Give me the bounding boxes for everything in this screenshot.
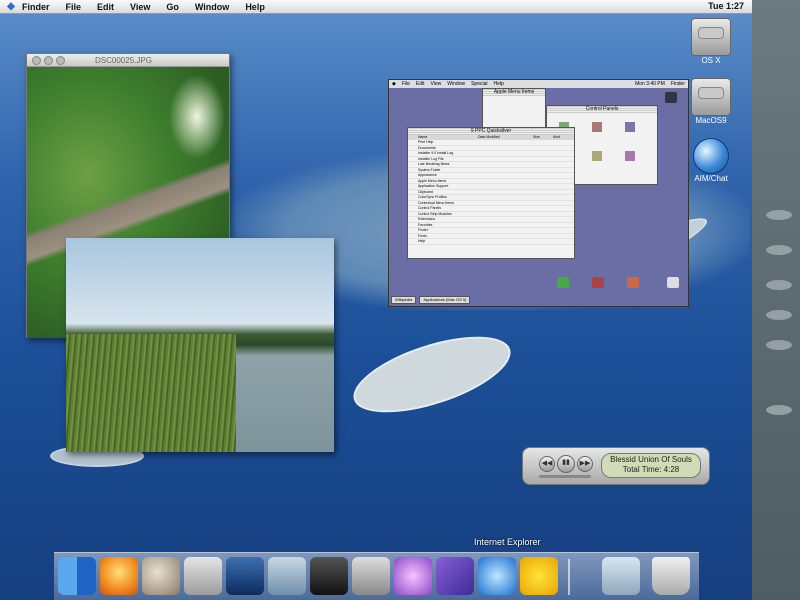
- os9-tab-wikipedia: Wikipedia: [391, 296, 417, 304]
- decor-dot: [766, 405, 792, 415]
- os9-panel-icon: [625, 151, 635, 161]
- slide-side-border: [752, 0, 800, 600]
- close-icon[interactable]: [32, 55, 41, 65]
- menu-view[interactable]: View: [130, 2, 150, 12]
- os9-list-window: 9 PPC Quicksilver Name Date Modified Siz…: [407, 127, 575, 259]
- mac-os-9-screenshot[interactable]: ◆ File Edit View Window Special Help Mon…: [388, 79, 689, 307]
- os9-menu-special: Special: [471, 81, 488, 87]
- zoom-icon[interactable]: [56, 55, 65, 65]
- os9-menu-file: File: [401, 81, 410, 87]
- dock-imovie-icon[interactable]: [310, 557, 348, 595]
- menu-go[interactable]: Go: [166, 2, 179, 12]
- os9-menu-help: Help: [493, 81, 504, 87]
- quicktime-player[interactable]: ◀◀ ▮▮ ▶▶ Blessid Union Of Souls Total Ti…: [522, 447, 710, 485]
- window-controls[interactable]: [32, 55, 65, 65]
- dock-ichat-icon[interactable]: [520, 557, 558, 595]
- os9-panel-title: Apple Menu Items: [483, 89, 545, 96]
- hard-drive-icon: [691, 18, 731, 56]
- desktop-icon-label: OS X: [701, 56, 721, 65]
- menu-edit[interactable]: Edit: [97, 2, 114, 12]
- desktop: ◆ Finder File Edit View Go Window Help T…: [0, 0, 752, 600]
- desktop-icon-label: MacOS9: [695, 116, 727, 125]
- decor-dot: [766, 340, 792, 350]
- apple-menu-icon[interactable]: ◆: [0, 1, 22, 12]
- dock-mail-icon[interactable]: [436, 557, 474, 595]
- reeds-foreground: [66, 334, 236, 452]
- os9-trash-icon: [667, 277, 679, 288]
- os9-menu-edit: Edit: [415, 81, 425, 87]
- decor-dot: [766, 310, 792, 320]
- os9-app-icon: [557, 277, 569, 288]
- rewind-button[interactable]: ◀◀: [539, 456, 555, 472]
- dock-sherlock-icon[interactable]: [142, 557, 180, 595]
- menu-help[interactable]: Help: [245, 2, 265, 12]
- col-size: Size: [533, 135, 540, 139]
- dock-sherlock-sun-icon[interactable]: [100, 557, 138, 595]
- dock-trash-icon[interactable]: [652, 557, 690, 595]
- hard-drive-icon: [691, 78, 731, 116]
- desktop-icon-macos9-drive[interactable]: MacOS9: [681, 78, 741, 125]
- col-date: Date Modified: [478, 135, 500, 139]
- col-kind: Kind: [553, 135, 561, 139]
- dock-quicktime-icon[interactable]: [226, 557, 264, 595]
- os9-panel-icon: [592, 151, 602, 161]
- dock-image-capture-icon[interactable]: [184, 557, 222, 595]
- dock-finder-icon[interactable]: [58, 557, 96, 595]
- menu-finder[interactable]: Finder: [22, 2, 50, 12]
- menu-clock[interactable]: Tue 1:27: [708, 1, 744, 11]
- os9-clock: Mon 3:40 PM: [635, 81, 665, 87]
- os9-panel-icon: [592, 122, 602, 132]
- dock-itunes-icon[interactable]: [394, 557, 432, 595]
- desktop-icon-aim[interactable]: AIM/Chat: [681, 138, 741, 183]
- volume-slider[interactable]: [539, 475, 591, 478]
- list-item: Help: [408, 239, 574, 245]
- photo-lake-reeds[interactable]: [66, 238, 334, 452]
- menu-bar: ◆ Finder File Edit View Go Window Help T…: [0, 0, 752, 14]
- os9-menu-view: View: [430, 81, 442, 87]
- photo-window-title: DSC00025.JPG: [95, 55, 152, 65]
- dock-hover-label: Internet Explorer: [474, 537, 541, 547]
- minimize-icon[interactable]: [44, 55, 53, 65]
- os9-hd-icon: [665, 92, 677, 103]
- os9-menu-window: Window: [447, 81, 466, 87]
- track-time: Total Time: 4:28: [622, 465, 680, 474]
- decor-dot: [766, 245, 792, 255]
- photo-window-titlebar[interactable]: DSC00025.JPG: [27, 54, 229, 67]
- dock-internet-explorer-icon[interactable]: [478, 557, 516, 595]
- os9-tab-strip: Wikipedia Applications (Mac OS 9): [391, 296, 471, 304]
- dock-camera-icon[interactable]: [352, 557, 390, 595]
- dock: [54, 552, 699, 600]
- os9-tab-applications: Applications (Mac OS 9): [419, 296, 471, 304]
- fast-forward-button[interactable]: ▶▶: [577, 456, 593, 472]
- os9-apple-icon: ◆: [392, 81, 396, 87]
- os9-app-icon: [592, 277, 604, 288]
- menu-file[interactable]: File: [66, 2, 82, 12]
- decor-dot: [766, 210, 792, 220]
- os9-menu-bar: ◆ File Edit View Window Special Help Mon…: [389, 80, 688, 88]
- decor-dot: [766, 280, 792, 290]
- desktop-icon-osx-drive[interactable]: OS X: [681, 18, 741, 65]
- os9-list-title: 9 PPC Quicksilver: [408, 128, 574, 135]
- track-title: Blessid Union Of Souls: [610, 455, 692, 464]
- dock-iphoto-icon[interactable]: [268, 557, 306, 595]
- desktop-icon-label: AIM/Chat: [694, 174, 728, 183]
- island: [344, 321, 520, 428]
- os9-panel-icon: [625, 122, 635, 132]
- globe-icon: [693, 138, 729, 174]
- menu-window[interactable]: Window: [195, 2, 229, 12]
- os9-app-icon: [627, 277, 639, 288]
- os9-control-panels-title: Control Panels: [547, 106, 657, 113]
- dock-documents-folder-icon[interactable]: [602, 557, 640, 595]
- pause-button[interactable]: ▮▮: [557, 455, 575, 473]
- player-display: Blessid Union Of Souls Total Time: 4:28: [601, 453, 701, 478]
- dock-divider: [568, 559, 570, 595]
